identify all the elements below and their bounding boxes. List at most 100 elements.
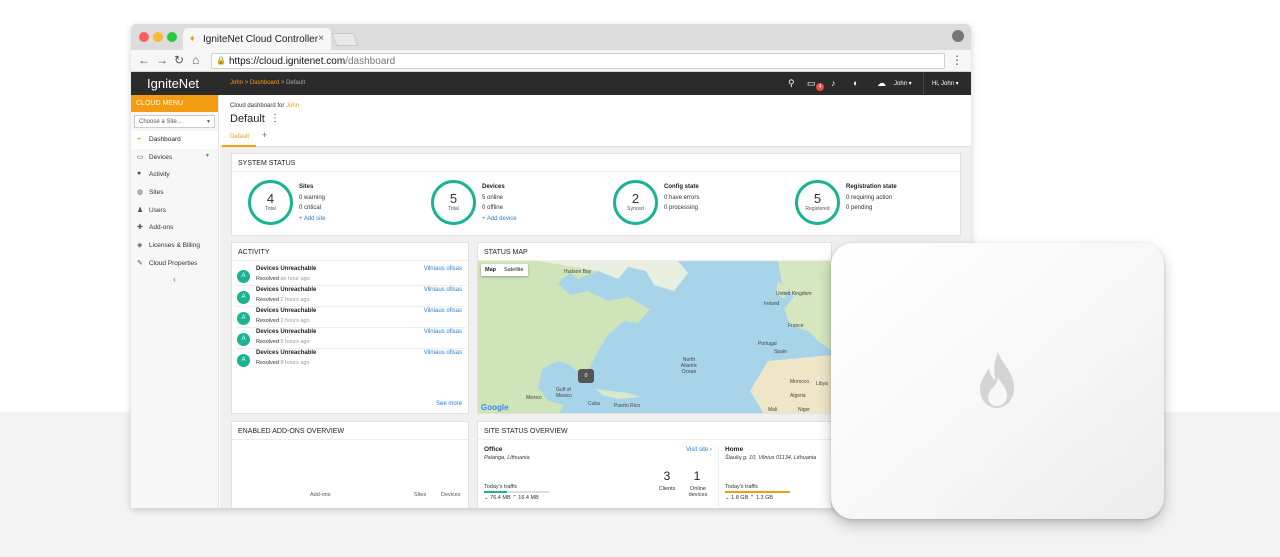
- map-label: Portugal: [758, 341, 777, 347]
- home-icon[interactable]: ⌂: [192, 53, 199, 67]
- stat-details: Devices 5 online 0 offline + Add device: [482, 182, 517, 224]
- forward-icon[interactable]: →: [156, 53, 168, 67]
- map-label: Mali: [768, 407, 778, 413]
- site-cluster-marker[interactable]: 0: [578, 369, 594, 383]
- activity-item[interactable]: A Devices Unreachable Resolved an hour ago…: [236, 265, 466, 286]
- tab-close-icon[interactable]: ×: [318, 33, 324, 44]
- stat-line: 5 online: [482, 194, 504, 201]
- col-sites: Sites: [414, 492, 427, 498]
- map-button[interactable]: Map: [481, 264, 500, 276]
- user-name: John: [894, 81, 908, 87]
- subtitle-user-link[interactable]: John: [286, 103, 299, 109]
- activity-site-link[interactable]: Vilniaus ofisas: [424, 287, 462, 293]
- stat-heading: Devices: [482, 184, 505, 190]
- satellite-button[interactable]: Satellite: [500, 264, 528, 276]
- site-select[interactable]: Choose a Site... ▼: [134, 115, 215, 128]
- notification-badge: 4: [816, 83, 824, 91]
- maximize-window-dot[interactable]: [167, 32, 177, 42]
- activity-resolved: Resolved 2 hours ago: [256, 297, 310, 303]
- activity-title: Devices Unreachable: [256, 266, 317, 272]
- status-map-card: STATUS MAP Map Satellite Hudson Bay Unite…: [477, 242, 832, 414]
- users-icon: ♟: [137, 206, 144, 214]
- stat-ring: 5 Total: [431, 180, 476, 225]
- sidebar-item-activity[interactable]: ● Activity: [131, 166, 218, 184]
- tab-default[interactable]: Default: [222, 129, 256, 147]
- activity-item[interactable]: A Devices Unreachable Resolved 8 hours ago…: [236, 349, 466, 370]
- bell-icon[interactable]: ♪: [831, 78, 836, 88]
- stat-details: Config state 0 have errors 0 processing: [664, 182, 699, 214]
- page-options-icon[interactable]: ⋮: [270, 113, 280, 124]
- inbox-icon[interactable]: ▭: [807, 78, 816, 89]
- traffic-bar-fill: [725, 491, 790, 493]
- sidebar-item-addons[interactable]: ✚ Add-ons: [131, 219, 218, 237]
- avatar: A: [237, 291, 250, 304]
- map-label: Algeria: [790, 393, 806, 399]
- sidebar-item-label: Users: [149, 206, 166, 214]
- back-icon[interactable]: ←: [138, 53, 150, 67]
- card-title: SITE STATUS OVERVIEW: [478, 422, 831, 440]
- stat-devices: 5 Total Devices 5 online 0 offline + Add dev…: [431, 180, 611, 225]
- browser-tab[interactable]: ♦ IgniteNet Cloud Controller ×: [183, 28, 331, 50]
- column-divider: [718, 446, 719, 508]
- sidebar-item-cloud-properties[interactable]: ✎ Cloud Properties: [131, 255, 218, 273]
- sidebar-item-label: Licenses & Billing: [149, 242, 200, 250]
- support-icon[interactable]: ◐: [853, 78, 858, 88]
- activity-item[interactable]: A Devices Unreachable Resolved 5 hours ago…: [236, 328, 466, 349]
- activity-site-link[interactable]: Vilniaus ofisas: [424, 266, 462, 272]
- add-site-link[interactable]: + Add site: [299, 214, 326, 225]
- browser-menu-icon[interactable]: ⋮: [951, 53, 963, 67]
- new-tab-button[interactable]: [331, 33, 359, 46]
- status-map[interactable]: Map Satellite Hudson Bay United Kingdom I…: [478, 261, 831, 413]
- add-tab-icon[interactable]: +: [262, 130, 267, 140]
- sidebar-item-licenses[interactable]: ◈ Licenses & Billing: [131, 237, 218, 255]
- system-status-card: SYSTEM STATUS 4 Total Sites 0 warning 0 cri…: [231, 153, 961, 236]
- stat-ring: 4 Total: [248, 180, 293, 225]
- sidebar-item-sites[interactable]: ◍ Sites: [131, 184, 218, 202]
- activity-item[interactable]: A Devices Unreachable Resolved 2 hours ago…: [236, 286, 466, 307]
- user-menu[interactable]: John ▾: [894, 80, 912, 87]
- sidebar-item-dashboard[interactable]: ◒ Dashboard: [131, 131, 218, 149]
- online-devices-count: 1: [693, 469, 701, 483]
- close-window-dot[interactable]: [139, 32, 149, 42]
- cloud-icon[interactable]: ☁: [877, 78, 886, 89]
- reload-icon[interactable]: ↻: [174, 53, 184, 67]
- flame-favicon-icon: ♦: [190, 33, 195, 43]
- site-name: Office: [484, 446, 503, 453]
- greeting-menu[interactable]: Hi, John ▾: [932, 80, 959, 87]
- collapse-sidebar-icon[interactable]: ‹: [131, 275, 218, 284]
- activity-title: Devices Unreachable: [256, 287, 317, 293]
- traffic-value: ⌄ 76.4 MB ⌃ 16.4 MB: [484, 495, 539, 501]
- map-label: United Kingdom: [776, 291, 812, 297]
- map-type-toggle: Map Satellite: [481, 264, 528, 276]
- sidebar-item-users[interactable]: ♟ Users: [131, 202, 218, 220]
- map-label: Puerto Rico: [614, 403, 641, 409]
- sidebar-item-devices[interactable]: ▭ Devices ▼: [131, 149, 218, 167]
- greeting-text: Hi, John: [932, 81, 955, 87]
- activity-site-link[interactable]: Vilniaus ofisas: [424, 308, 462, 314]
- activity-time: an hour ago: [280, 276, 310, 282]
- map-label: Gulf of Mexico: [556, 387, 572, 399]
- breadcrumb-user[interactable]: John: [230, 80, 243, 86]
- see-more-link[interactable]: See more: [436, 401, 462, 407]
- visit-site-link[interactable]: Visit site ›: [686, 447, 712, 453]
- activity-title: Devices Unreachable: [256, 350, 317, 356]
- add-device-link[interactable]: + Add device: [482, 214, 517, 225]
- avatar: A: [237, 333, 250, 346]
- activity-item[interactable]: A Devices Unreachable Resolved 2 hours ago…: [236, 307, 466, 328]
- activity-site-link[interactable]: Vilniaus ofisas: [424, 329, 462, 335]
- breadcrumb-dashboard[interactable]: Dashboard: [250, 80, 279, 86]
- map-label: Cuba: [588, 401, 600, 407]
- stat-number: 2: [631, 191, 640, 206]
- stat-ring: 2 Synced: [613, 180, 658, 225]
- minimize-window-dot[interactable]: [153, 32, 163, 42]
- stat-unit: Total: [448, 206, 459, 212]
- url-input[interactable]: 🔒 https://cloud.ignitenet.com/dashboard: [211, 53, 945, 69]
- activity-site-link[interactable]: Vilniaus ofisas: [424, 350, 462, 356]
- activity-resolved: Resolved 8 hours ago: [256, 360, 310, 366]
- search-icon[interactable]: ⚲: [788, 78, 795, 89]
- ignitenet-logo[interactable]: IgniteNet: [147, 76, 199, 91]
- sidebar-item-label: Devices: [149, 153, 173, 161]
- account-icon[interactable]: [952, 30, 964, 42]
- cloud-menu-title: CLOUD MENU: [131, 95, 218, 112]
- stat-sites: 4 Total Sites 0 warning 0 critical + Add sit…: [248, 180, 428, 225]
